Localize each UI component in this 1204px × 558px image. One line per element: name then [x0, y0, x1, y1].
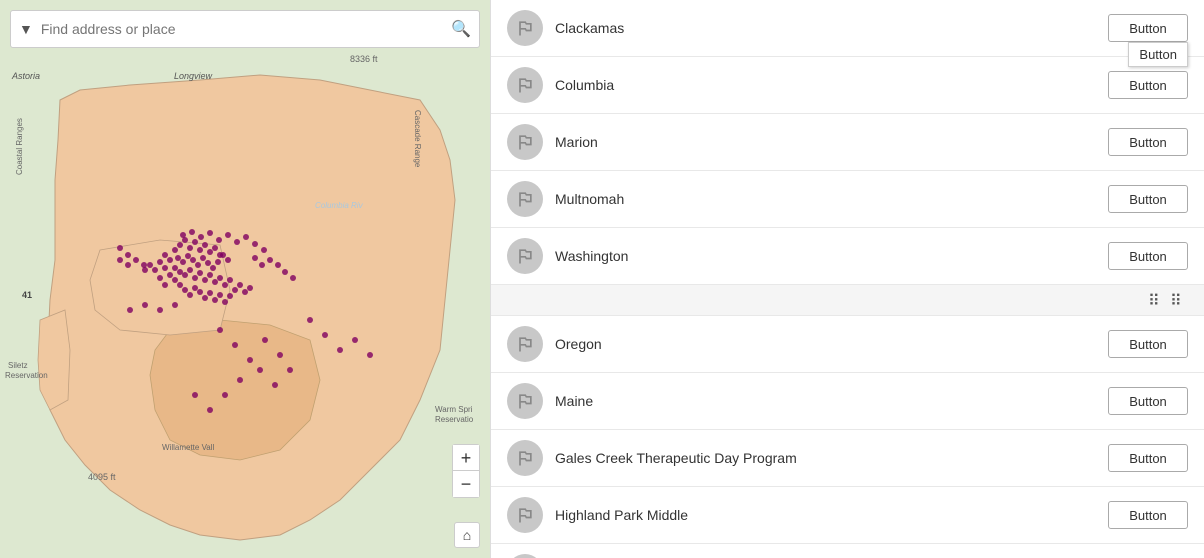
svg-text:Cascade Range: Cascade Range [413, 110, 422, 168]
svg-text:Longview: Longview [174, 71, 213, 81]
gales-creek-button[interactable]: Button [1108, 444, 1188, 472]
item-icon [507, 383, 543, 419]
item-icon [507, 554, 543, 558]
search-icon[interactable]: 🔍 [451, 19, 471, 39]
item-name: Maine [555, 393, 1108, 409]
search-input[interactable] [41, 21, 451, 37]
counties-section: Clackamas Button Button Columbia Button … [491, 0, 1204, 285]
item-icon [507, 238, 543, 274]
marion-button[interactable]: Button [1108, 128, 1188, 156]
item-icon [507, 10, 543, 46]
oregon-button[interactable]: Button [1108, 330, 1188, 358]
grid-icons-row: ⠿ ⠿ [491, 285, 1204, 316]
list-item: Gales Creek Therapeutic Day Program Butt… [491, 430, 1204, 487]
svg-text:Astoria: Astoria [11, 71, 40, 81]
item-name: Marion [555, 134, 1108, 150]
list-item: Maine Button [491, 373, 1204, 430]
item-name: Columbia [555, 77, 1108, 93]
tooltip-box: Button [1128, 42, 1188, 67]
list-item: Marion Button [491, 114, 1204, 171]
item-name: Clackamas [555, 20, 1108, 36]
zoom-in-button[interactable]: + [453, 445, 479, 471]
list-item: Highland Park Middle Button [491, 487, 1204, 544]
grid-icon-2[interactable]: ⠿ [1170, 291, 1188, 309]
svg-text:Reservatio: Reservatio [435, 415, 474, 424]
item-name: Oregon [555, 336, 1108, 352]
item-icon [507, 67, 543, 103]
columbia-button[interactable]: Button [1108, 71, 1188, 99]
list-item: Clackamas Button Button [491, 0, 1204, 57]
svg-text:4095 ft: 4095 ft [88, 472, 116, 482]
svg-text:Columbia Riv: Columbia Riv [315, 201, 364, 210]
item-name: Washington [555, 248, 1108, 264]
item-icon [507, 497, 543, 533]
list-panel: Clackamas Button Button Columbia Button … [490, 0, 1204, 558]
list-item: Metzger Elementary Button [491, 544, 1204, 558]
list-item: Oregon Button [491, 316, 1204, 373]
grid-icon-1[interactable]: ⠿ [1148, 291, 1166, 309]
item-name: Highland Park Middle [555, 507, 1108, 523]
search-bar: ▼ 🔍 [10, 10, 480, 48]
item-icon [507, 440, 543, 476]
svg-text:Reservation: Reservation [5, 371, 48, 380]
zoom-out-button[interactable]: − [453, 471, 479, 497]
item-icon [507, 124, 543, 160]
clackamas-button[interactable]: Button [1108, 14, 1188, 42]
list-item: Washington Button [491, 228, 1204, 285]
svg-text:Coastal Ranges: Coastal Ranges [15, 118, 24, 175]
item-icon [507, 181, 543, 217]
item-icon [507, 326, 543, 362]
svg-text:Willamette Vall: Willamette Vall [162, 443, 215, 452]
multnomah-button[interactable]: Button [1108, 185, 1188, 213]
map-svg: Astoria Longview 8336 ft 41 Siletz Reser… [0, 0, 490, 558]
list-item: Multnomah Button [491, 171, 1204, 228]
washington-button[interactable]: Button [1108, 242, 1188, 270]
highland-park-button[interactable]: Button [1108, 501, 1188, 529]
svg-text:Siletz: Siletz [8, 361, 28, 370]
home-button[interactable]: ⌂ [454, 522, 480, 548]
map-panel: ▼ 🔍 [0, 0, 490, 558]
svg-text:8336 ft: 8336 ft [350, 54, 378, 64]
item-name: Gales Creek Therapeutic Day Program [555, 450, 1108, 466]
item-name: Multnomah [555, 191, 1108, 207]
maine-button[interactable]: Button [1108, 387, 1188, 415]
zoom-controls: + − [452, 444, 480, 498]
list-item: Columbia Button [491, 57, 1204, 114]
svg-text:Warm Spri: Warm Spri [435, 405, 473, 414]
schools-section: Oregon Button Maine Button Gales Creek T… [491, 316, 1204, 558]
toggle-icon[interactable]: ▼ [19, 21, 33, 37]
svg-text:41: 41 [22, 290, 32, 300]
tooltip-container: Button Button [1108, 14, 1188, 42]
